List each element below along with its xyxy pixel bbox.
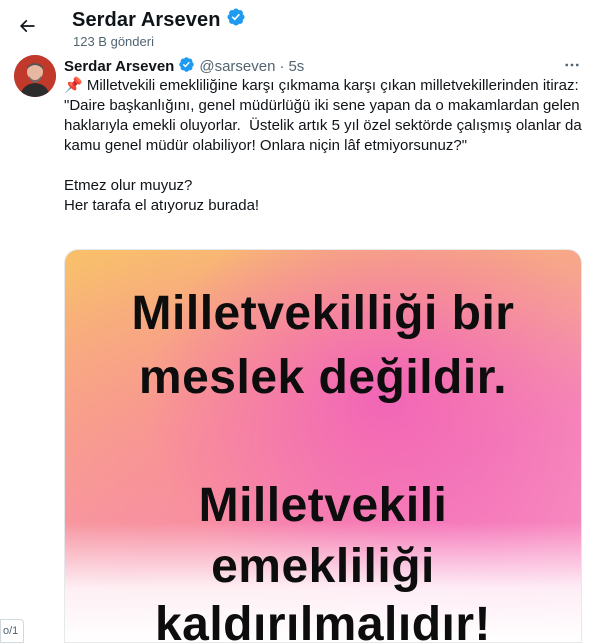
verified-badge-icon	[226, 7, 246, 33]
image-text-line-2: meslek değildir.	[138, 351, 508, 404]
post-header: Serdar Arseven @sarseven · 5s	[64, 56, 304, 77]
image-text-line-5: kaldırılmalıdır!	[154, 598, 492, 643]
image-text-line-3: Milletvekili	[198, 479, 448, 532]
image-text-line-1: Milletvekilliği bir	[131, 287, 515, 340]
avatar[interactable]	[14, 55, 56, 97]
separator-dot: ·	[279, 58, 285, 75]
page-indicator: o/1	[0, 619, 24, 643]
author-handle[interactable]: @sarseven	[199, 58, 275, 75]
post-count: 123 B gönderi	[73, 34, 154, 49]
arrow-left-icon	[19, 19, 35, 33]
more-button[interactable]	[561, 55, 583, 75]
verified-badge-icon	[178, 56, 195, 77]
avatar-photo	[14, 55, 56, 97]
post-text: 📌 Milletvekili emekliliğine karşı çıkmam…	[64, 77, 582, 214]
more-horizontal-icon	[565, 63, 579, 67]
image-text-line-4: emekliliği	[211, 540, 435, 593]
back-button[interactable]	[13, 12, 41, 40]
post-image[interactable]: Milletvekilliği bir meslek değildir. Mil…	[64, 249, 582, 643]
profile-name-title: Serdar Arseven	[72, 7, 246, 33]
profile-header: Serdar Arseven 123 B gönderi	[0, 0, 601, 52]
profile-name: Serdar Arseven	[72, 8, 221, 31]
post-time[interactable]: 5s	[288, 58, 304, 75]
author-name[interactable]: Serdar Arseven	[64, 58, 174, 75]
